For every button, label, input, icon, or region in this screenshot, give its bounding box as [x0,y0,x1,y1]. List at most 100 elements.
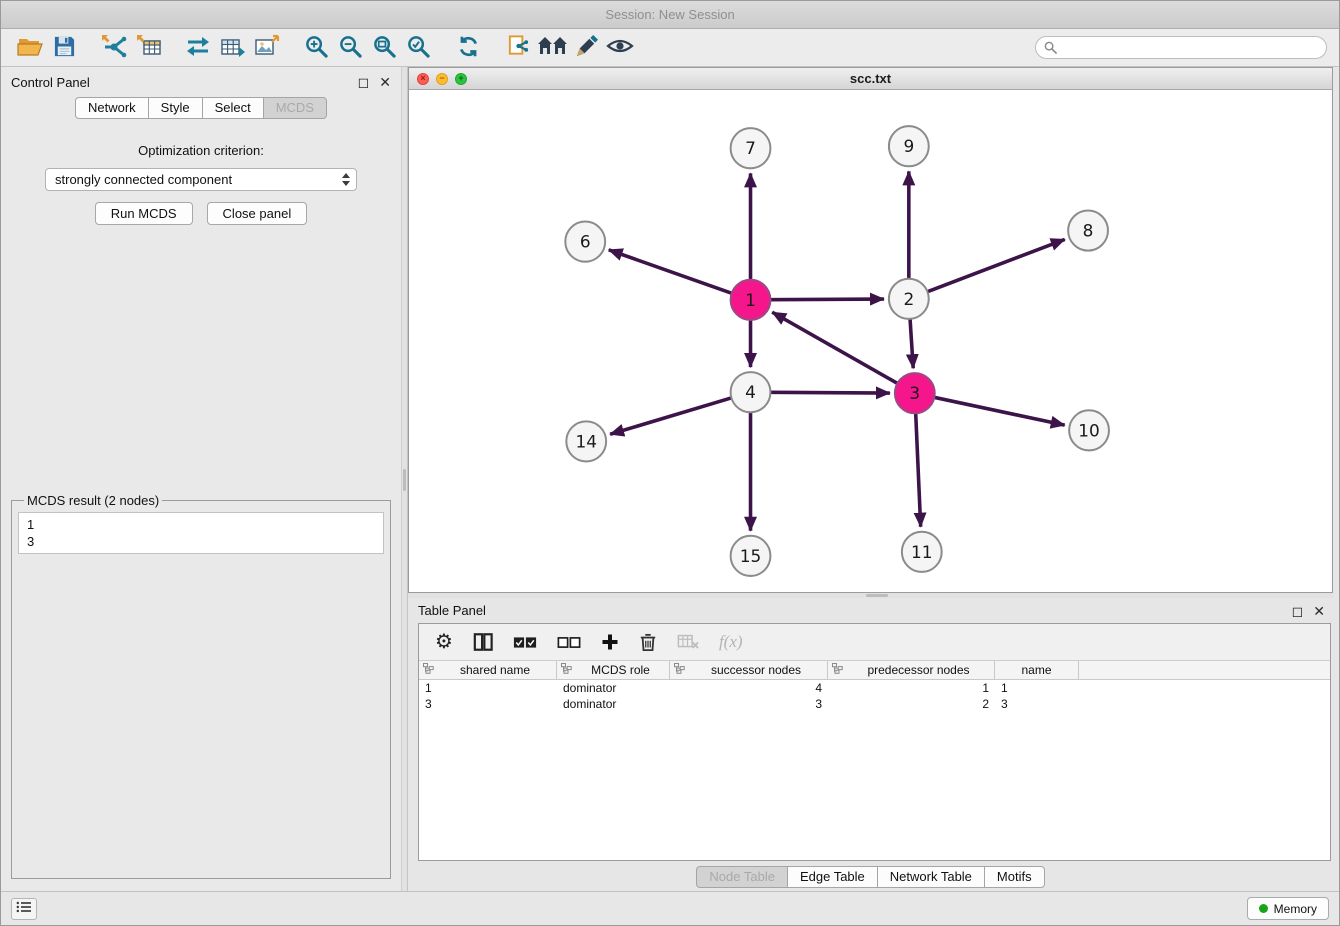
mcds-result-text[interactable]: 1 3 [18,512,384,554]
node-table-body[interactable]: 1dominator4113dominator323 [419,680,1330,860]
graph-node-10[interactable]: 10 [1069,410,1109,450]
network-canvas-container[interactable]: 7 9 6 8 1 2 4 3 14 10 15 11 [409,90,1332,592]
column-header-successor-nodes[interactable]: successor nodes [670,661,828,679]
table-cell: 2 [828,697,995,711]
table-cell: 1 [419,681,557,695]
table-row[interactable]: 1dominator411 [419,680,1330,696]
dropdown-stepper-icon [342,173,350,186]
memory-label: Memory [1274,902,1317,916]
main-toolbar [1,29,1339,67]
graph-edge-3-1[interactable] [772,312,899,384]
deselect-all-icon[interactable] [557,636,581,649]
criterion-dropdown[interactable]: strongly connected component [45,168,357,191]
show-hide-icon [606,36,634,59]
mcds-result-group: MCDS result (2 nodes) 1 3 [11,493,391,879]
graph-node-4[interactable]: 4 [731,372,771,412]
graph-node-7[interactable]: 7 [731,128,771,168]
new-network-button[interactable] [181,32,215,64]
select-all-icon[interactable] [513,636,537,649]
svg-text:8: 8 [1083,221,1094,241]
graph-edge-3-11[interactable] [916,411,921,526]
memory-button[interactable]: Memory [1247,897,1329,920]
graph-node-11[interactable]: 11 [902,532,942,572]
save-session-button[interactable] [47,32,81,64]
horizontal-splitter[interactable] [408,593,1333,598]
minimize-window-icon[interactable]: − [436,73,448,85]
zoom-out-button[interactable] [333,32,367,64]
column-header-name[interactable]: name [995,661,1079,679]
column-header-mcds-role[interactable]: MCDS role [557,661,670,679]
gear-icon[interactable]: ⚙ [435,632,453,652]
import-network-button[interactable] [97,32,131,64]
table-cell: 3 [670,697,828,711]
graph-edge-2-8[interactable] [926,239,1065,292]
columns-icon[interactable] [473,632,493,652]
tab-mcds[interactable]: MCDS [263,97,327,119]
tab-node-table[interactable]: Node Table [696,866,787,888]
delete-column-icon[interactable] [639,632,657,653]
close-panel-icon[interactable]: ✕ [379,75,391,89]
svg-text:6: 6 [580,233,591,253]
zoom-fit-button[interactable] [367,32,401,64]
sort-icon [832,663,843,677]
vertical-splitter[interactable] [401,67,408,891]
close-panel-button[interactable]: Close panel [207,202,308,225]
new-table-button[interactable] [215,32,249,64]
graph-edge-4-3[interactable] [768,392,889,393]
tab-motifs[interactable]: Motifs [984,866,1045,888]
maximize-window-icon[interactable]: + [455,73,467,85]
open-file-button[interactable] [13,32,47,64]
graph-node-1[interactable]: 1 [731,280,771,320]
export-image-button[interactable] [249,32,283,64]
zoom-in-button[interactable] [299,32,333,64]
zoom-fit-icon [372,34,397,62]
tab-network[interactable]: Network [75,97,148,119]
tab-select[interactable]: Select [202,97,263,119]
table-cell: 4 [670,681,828,695]
graph-node-3[interactable]: 3 [895,373,935,413]
graph-node-15[interactable]: 15 [731,536,771,576]
table-panel-tabs: Node Table Edge Table Network Table Moti… [408,866,1333,888]
graph-node-8[interactable]: 8 [1068,210,1108,250]
window-titlebar: Session: New Session [1,1,1339,29]
graph-edge-1-2[interactable] [768,299,883,300]
control-panel-header: Control Panel ◻ ✕ [1,67,401,97]
main-area: Control Panel ◻ ✕ Network Style Select M… [1,67,1339,891]
zoom-selected-button[interactable] [401,32,435,64]
tab-style[interactable]: Style [148,97,202,119]
close-panel-icon[interactable]: ✕ [1313,604,1325,618]
task-history-button[interactable] [11,898,37,920]
column-header-predecessor-nodes[interactable]: predecessor nodes [828,661,995,679]
svg-text:7: 7 [745,139,756,159]
add-column-icon[interactable] [601,633,619,651]
share-document-button[interactable] [501,32,535,64]
graph-node-9[interactable]: 9 [889,126,929,166]
graph-node-2[interactable]: 2 [889,279,929,319]
float-panel-icon[interactable]: ◻ [1292,604,1304,618]
tab-edge-table[interactable]: Edge Table [787,866,877,888]
import-table-button[interactable] [131,32,165,64]
graph-edge-2-3[interactable] [910,317,913,368]
graph-edge-3-10[interactable] [932,397,1064,425]
sort-icon [561,663,572,677]
import-table-icon [135,33,162,62]
node-table-window: ⚙ f(x) shared name [418,623,1331,861]
graph-edge-4-14[interactable] [610,397,733,434]
float-panel-icon[interactable]: ◻ [358,75,370,89]
graph-edge-1-6[interactable] [609,250,734,294]
refresh-layout-button[interactable] [451,32,485,64]
run-mcds-button[interactable]: Run MCDS [95,202,193,225]
search-input[interactable] [1035,36,1327,59]
svg-text:14: 14 [575,432,597,452]
table-row[interactable]: 3dominator323 [419,696,1330,712]
close-window-icon[interactable]: × [417,73,429,85]
style-brush-button[interactable] [569,32,603,64]
delete-table-icon[interactable] [677,634,699,650]
home-button[interactable] [535,32,569,64]
show-hide-button[interactable] [603,32,637,64]
function-builder-icon[interactable]: f(x) [719,632,743,652]
tab-network-table[interactable]: Network Table [877,866,984,888]
graph-node-6[interactable]: 6 [565,222,605,262]
column-header-shared-name[interactable]: shared name [419,661,557,679]
graph-node-14[interactable]: 14 [566,421,606,461]
